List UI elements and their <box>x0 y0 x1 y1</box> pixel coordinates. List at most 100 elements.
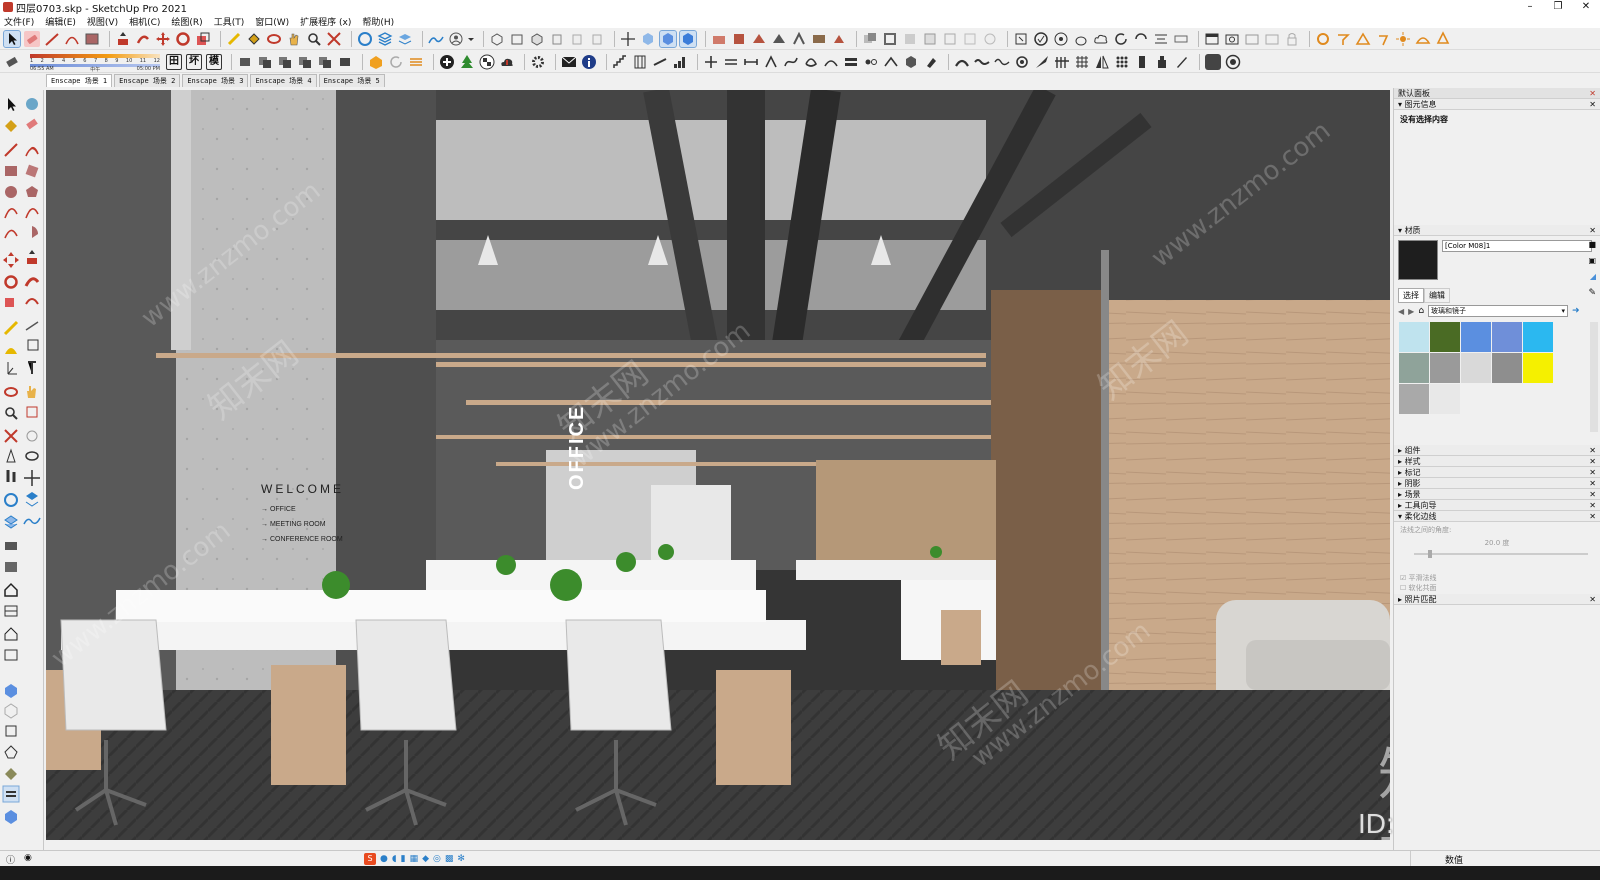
vray-4-icon[interactable] <box>297 54 313 70</box>
materials-header[interactable]: ▾ 材质 ✕ <box>1394 225 1600 236</box>
add-circle-icon[interactable] <box>439 54 455 70</box>
sync-icon[interactable] <box>1133 31 1149 47</box>
maximize-button[interactable]: ❐ <box>1544 0 1572 14</box>
rectangle-tool-icon[interactable] <box>84 31 100 47</box>
eraser-small-icon[interactable] <box>4 54 20 70</box>
library-dropdown[interactable]: 玻璃和镜子 ▾ <box>1428 305 1569 317</box>
outer-shell-icon[interactable] <box>882 31 898 47</box>
eyedropper-icon[interactable]: ✎ <box>1588 288 1596 298</box>
material-lock-icon[interactable]: ■ <box>1588 240 1596 249</box>
dots-icon[interactable] <box>1114 54 1130 70</box>
camera-icon[interactable] <box>1224 31 1240 47</box>
menu-tools[interactable]: 工具(T) <box>214 15 245 28</box>
swatch-mirror-gray[interactable] <box>1399 384 1429 414</box>
frame-icon[interactable] <box>1244 31 1260 47</box>
swatch-glass-light[interactable] <box>1399 322 1429 352</box>
panel-close-icon[interactable]: ✕ <box>1589 594 1596 605</box>
tags-header[interactable]: ▸ 标记 ✕ <box>1394 467 1600 478</box>
info-icon[interactable] <box>581 54 597 70</box>
angle-slider-thumb[interactable] <box>1428 550 1432 558</box>
beam-icon[interactable] <box>652 54 668 70</box>
material-preview[interactable] <box>1398 240 1438 280</box>
curve-icon[interactable] <box>823 54 839 70</box>
offset-lines-icon[interactable] <box>723 54 739 70</box>
column-icon[interactable] <box>632 54 648 70</box>
swatch-cyan[interactable] <box>1523 322 1553 352</box>
menu-file[interactable]: 文件(F) <box>4 15 34 28</box>
component-options-icon[interactable] <box>1053 31 1069 47</box>
joint-push-pull-icon[interactable] <box>763 54 779 70</box>
menu-camera[interactable]: 相机(C) <box>129 15 160 28</box>
stack-icon[interactable] <box>843 54 859 70</box>
zoom-extents-icon[interactable] <box>326 31 342 47</box>
fold-icon[interactable] <box>883 54 899 70</box>
soften-coplanar-row[interactable]: ☐ 软化共面 <box>1400 583 1594 593</box>
menu-help[interactable]: 帮助(H) <box>362 15 394 28</box>
teapot-icon[interactable] <box>1073 31 1089 47</box>
menu-window[interactable]: 窗口(W) <box>255 15 289 28</box>
components-header[interactable]: ▸ 组件 ✕ <box>1394 445 1600 456</box>
cloud-upload-icon[interactable] <box>499 54 515 70</box>
plugin-huai-button[interactable]: 坏 <box>186 53 202 70</box>
select-tool-icon[interactable] <box>3 29 21 48</box>
menu-draw[interactable]: 绘图(R) <box>171 15 202 28</box>
shaded-icon[interactable] <box>659 29 677 48</box>
swatch-gray[interactable] <box>1492 353 1522 383</box>
panel-close-icon[interactable]: ✕ <box>1589 511 1596 522</box>
extension-warehouse-icon[interactable] <box>377 31 393 47</box>
split-icon[interactable] <box>982 31 998 47</box>
view-left-icon[interactable] <box>589 31 605 47</box>
pillar-icon[interactable] <box>1134 54 1150 70</box>
gear-icon[interactable] <box>530 54 546 70</box>
scene-tab-2[interactable]: Enscape 场景 2 <box>114 74 181 87</box>
sandbox-icon[interactable] <box>428 31 444 47</box>
refresh-icon[interactable] <box>1113 31 1129 47</box>
sine-icon[interactable] <box>994 54 1010 70</box>
union-icon[interactable] <box>922 31 938 47</box>
enscape-settings-icon[interactable] <box>831 31 847 47</box>
back-arrow-icon[interactable]: ◀ <box>1398 307 1404 316</box>
checker-icon[interactable] <box>479 54 495 70</box>
plugin-tree-icon[interactable] <box>1435 30 1451 47</box>
bezier-icon[interactable] <box>783 54 799 70</box>
move-tool-icon[interactable] <box>155 31 171 47</box>
account-icon[interactable] <box>448 31 464 47</box>
swatch-green[interactable] <box>1430 322 1460 352</box>
vray-5-icon[interactable] <box>317 54 333 70</box>
photo-match-header[interactable]: ▸ 照片匹配 ✕ <box>1394 594 1600 605</box>
plugin-fold-icon[interactable] <box>1355 31 1371 47</box>
panel-close-icon[interactable]: ✕ <box>1589 500 1596 511</box>
status-help-icon[interactable]: ◉ <box>24 853 32 863</box>
fredo-orange-icon[interactable] <box>368 54 384 70</box>
orbit-icon[interactable] <box>266 31 282 47</box>
paint-bucket-icon[interactable] <box>246 31 262 47</box>
enscape-capture-icon[interactable] <box>771 31 787 47</box>
fredo-refresh-icon[interactable] <box>388 54 404 70</box>
panel-close-icon[interactable]: ✕ <box>1589 456 1596 467</box>
measurements-box[interactable]: 数值 <box>1410 851 1600 866</box>
dropdown-chevron-icon[interactable] <box>468 31 474 47</box>
swatch-light-noise[interactable] <box>1461 353 1491 383</box>
materials-close-icon[interactable]: ✕ <box>1589 225 1596 236</box>
swatch-mirror-light[interactable] <box>1430 384 1460 414</box>
tree-icon[interactable] <box>459 54 475 70</box>
tape-measure-icon[interactable] <box>226 31 242 47</box>
minimize-button[interactable]: – <box>1516 0 1544 14</box>
enscape-views-icon[interactable] <box>751 31 767 47</box>
plugin-lamp-icon[interactable] <box>1375 31 1391 47</box>
bottle-icon[interactable] <box>1154 54 1170 70</box>
warehouse-icon[interactable] <box>357 31 373 47</box>
view-top-icon[interactable] <box>509 31 525 47</box>
dynamic-component-icon[interactable] <box>1033 31 1049 47</box>
follow-me-icon[interactable] <box>135 31 151 47</box>
plugin-sun-icon[interactable] <box>1395 31 1411 47</box>
styles-header[interactable]: ▸ 样式 ✕ <box>1394 456 1600 467</box>
plugin-gear-orange-icon[interactable] <box>1315 31 1331 47</box>
vray-6-icon[interactable] <box>337 54 353 70</box>
swatch-blue[interactable] <box>1461 322 1491 352</box>
enscape-panorama-icon[interactable] <box>791 31 807 47</box>
tab-select[interactable]: 选择 <box>1398 288 1424 303</box>
subtract-icon[interactable] <box>942 31 958 47</box>
spiral-icon[interactable] <box>1014 54 1030 70</box>
pen-icon[interactable] <box>1174 54 1190 70</box>
